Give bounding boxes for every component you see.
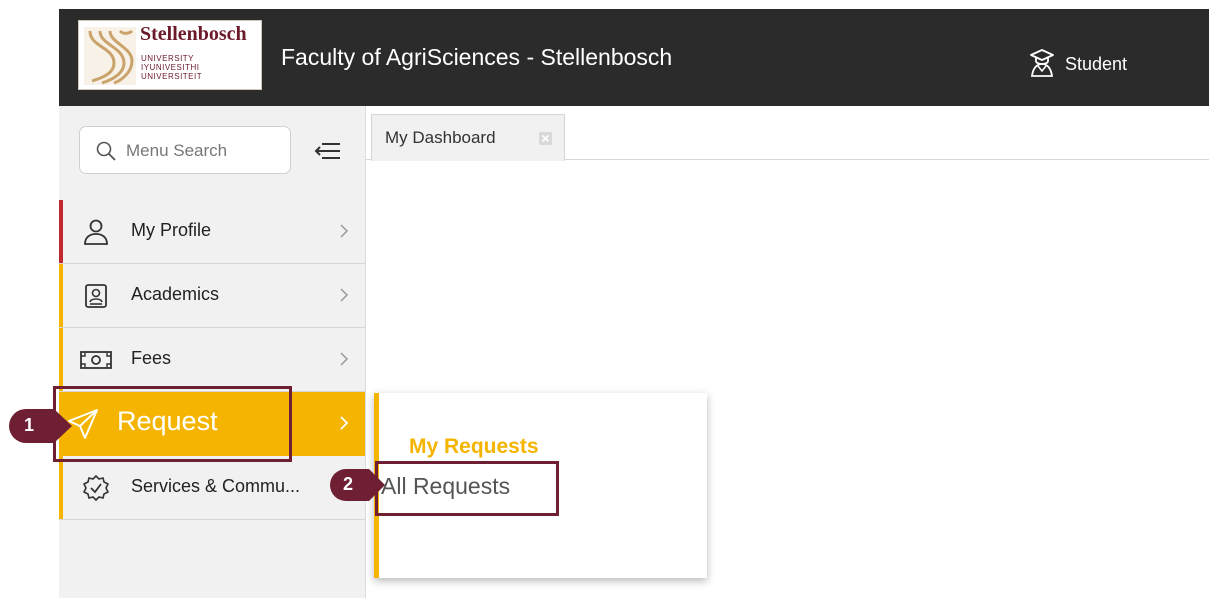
sidebar-item-accent xyxy=(59,200,63,263)
collapse-menu-icon[interactable] xyxy=(313,140,341,162)
tab-label: My Dashboard xyxy=(385,128,496,147)
highlight-box-all-requests xyxy=(375,461,559,516)
sidebar-item-accent xyxy=(59,264,63,327)
banknote-icon xyxy=(80,351,112,369)
sidebar-item-label: Services & Commu... xyxy=(131,476,301,496)
menu-search[interactable] xyxy=(79,126,291,174)
sidebar-item-my-profile[interactable]: My Profile xyxy=(59,200,365,264)
student-graduation-cap-icon xyxy=(1030,49,1054,77)
logo-emblem-icon xyxy=(84,27,136,85)
chevron-right-icon xyxy=(340,352,349,366)
step-number-2: 2 xyxy=(342,474,353,494)
logo-line-university: UNIVERSITY xyxy=(141,54,195,63)
chevron-right-icon xyxy=(340,288,349,302)
sidebar-item-label: Academics xyxy=(131,284,220,304)
logo-line-iyunivesithi: IYUNIVESITHI xyxy=(141,63,200,72)
sidebar-item-accent xyxy=(59,328,63,391)
highlight-box-request xyxy=(53,386,292,462)
chevron-right-icon xyxy=(340,224,349,238)
sidebar-item-accent xyxy=(59,456,63,519)
sidebar-item-label: My Profile xyxy=(131,220,212,240)
role-label: Student xyxy=(1065,54,1128,74)
tab-my-dashboard[interactable]: My Dashboard xyxy=(371,114,565,161)
search-icon xyxy=(96,141,116,161)
logo-name: Stellenbosch xyxy=(140,23,247,45)
submenu-heading: My Requests xyxy=(409,435,539,458)
sidebar-item-label: Fees xyxy=(131,348,172,368)
sidebar-item-services[interactable]: Services & Commu... xyxy=(59,456,365,520)
step-number-1: 1 xyxy=(23,415,34,435)
menu-search-input[interactable] xyxy=(124,137,288,165)
close-icon[interactable] xyxy=(539,132,552,145)
university-logo[interactable]: Stellenbosch UNIVERSITY IYUNIVESITHI UNI… xyxy=(78,20,262,90)
tab-bar: My Dashboard xyxy=(366,106,1209,161)
sidebar-item-academics[interactable]: Academics xyxy=(59,264,365,328)
badge-check-icon xyxy=(83,475,109,501)
sidebar-item-fees[interactable]: Fees xyxy=(59,328,365,392)
chevron-right-icon xyxy=(340,416,349,430)
sidebar: My Profile Academics Fees Request xyxy=(59,106,366,598)
id-card-icon xyxy=(85,284,107,308)
user-icon xyxy=(84,219,108,245)
app-title: Faculty of AgriSciences - Stellenbosch xyxy=(281,44,673,70)
logo-line-universiteit: UNIVERSITEIT xyxy=(141,72,203,81)
top-bar: Stellenbosch UNIVERSITY IYUNIVESITHI UNI… xyxy=(59,9,1209,106)
